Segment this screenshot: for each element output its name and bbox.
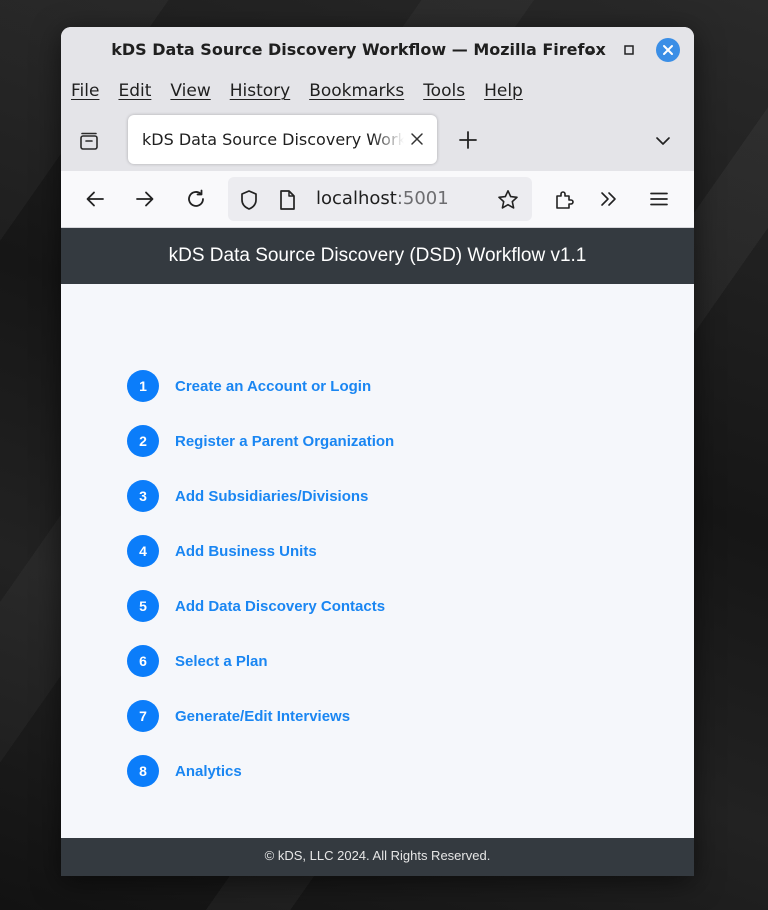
step-1-create-account[interactable]: 1 Create an Account or Login [127, 370, 371, 402]
menu-help[interactable]: Help [484, 81, 523, 101]
step-link[interactable]: Register a Parent Organization [175, 433, 394, 450]
close-button[interactable] [656, 38, 680, 62]
maximize-button[interactable] [617, 38, 641, 62]
hamburger-menu-icon [650, 192, 668, 206]
forward-arrow-icon [136, 191, 154, 207]
step-5-add-contacts[interactable]: 5 Add Data Discovery Contacts [127, 590, 385, 622]
menu-tools[interactable]: Tools [423, 81, 465, 101]
back-arrow-icon [86, 191, 104, 207]
menu-bar: File Edit View History Bookmarks Tools H… [61, 73, 694, 109]
step-link[interactable]: Add Business Units [175, 543, 317, 560]
tab-overview-icon [80, 132, 98, 150]
navigation-toolbar: localhost:5001 [61, 171, 694, 228]
step-2-register-parent-org[interactable]: 2 Register a Parent Organization [127, 425, 394, 457]
reload-icon [188, 189, 204, 207]
tracking-protection-button[interactable] [237, 188, 261, 212]
step-number-badge: 1 [127, 370, 159, 402]
step-number-badge: 3 [127, 480, 159, 512]
step-number-badge: 6 [127, 645, 159, 677]
bookmark-star-button[interactable] [495, 187, 521, 213]
menu-bookmarks[interactable]: Bookmarks [309, 81, 404, 101]
menu-edit[interactable]: Edit [118, 81, 151, 101]
url-host: localhost [316, 188, 397, 209]
window-title: kDS Data Source Discovery Workflow — Moz… [111, 40, 606, 59]
browser-window: kDS Data Source Discovery Workflow — Moz… [61, 27, 694, 876]
tab-label: kDS Data Source Discovery Workflow [142, 130, 404, 149]
list-all-tabs-button[interactable] [651, 129, 675, 153]
step-link[interactable]: Generate/Edit Interviews [175, 708, 350, 725]
overflow-menu-button[interactable] [596, 186, 622, 212]
new-tab-plus-icon [459, 131, 477, 149]
menu-file[interactable]: File [71, 81, 99, 101]
tab-strip: kDS Data Source Discovery Workflow [61, 109, 694, 171]
step-link[interactable]: Analytics [175, 763, 242, 780]
minimize-button[interactable] [579, 38, 603, 62]
minimize-icon [587, 51, 595, 53]
reload-button[interactable] [183, 186, 209, 212]
star-icon [498, 190, 518, 209]
step-number-badge: 4 [127, 535, 159, 567]
web-page: kDS Data Source Discovery (DSD) Workflow… [61, 228, 694, 876]
step-link[interactable]: Select a Plan [175, 653, 268, 670]
overflow-icon [601, 192, 616, 206]
url-port: :5001 [396, 188, 449, 209]
tab-close-button[interactable] [406, 128, 428, 150]
shield-icon [241, 190, 257, 210]
step-3-add-subsidiaries[interactable]: 3 Add Subsidiaries/Divisions [127, 480, 368, 512]
extensions-button[interactable] [551, 186, 577, 212]
app-menu-button[interactable] [646, 186, 672, 212]
close-icon [663, 45, 673, 55]
url-text[interactable]: localhost:5001 [316, 177, 449, 221]
step-6-select-plan[interactable]: 6 Select a Plan [127, 645, 268, 677]
extensions-icon [556, 191, 574, 209]
page-icon [280, 190, 295, 210]
maximize-icon [624, 45, 634, 55]
back-button[interactable] [82, 186, 108, 212]
step-number-badge: 7 [127, 700, 159, 732]
active-tab[interactable]: kDS Data Source Discovery Workflow [128, 115, 437, 164]
url-bar[interactable]: localhost:5001 [228, 177, 532, 221]
tab-close-icon [411, 133, 423, 145]
new-tab-button[interactable] [455, 127, 481, 153]
step-link[interactable]: Create an Account or Login [175, 378, 371, 395]
tab-list-chevron-icon [656, 137, 670, 145]
step-4-add-business-units[interactable]: 4 Add Business Units [127, 535, 317, 567]
menu-view[interactable]: View [170, 81, 210, 101]
app-footer: © kDS, LLC 2024. All Rights Reserved. [61, 838, 694, 876]
step-number-badge: 8 [127, 755, 159, 787]
step-number-badge: 5 [127, 590, 159, 622]
step-link[interactable]: Add Data Discovery Contacts [175, 598, 385, 615]
site-info-button[interactable] [276, 188, 298, 212]
tab-overview-button[interactable] [75, 127, 103, 155]
menu-history[interactable]: History [230, 81, 290, 101]
close-button-circle [656, 38, 680, 62]
step-7-generate-interviews[interactable]: 7 Generate/Edit Interviews [127, 700, 350, 732]
forward-button[interactable] [132, 186, 158, 212]
step-8-analytics[interactable]: 8 Analytics [127, 755, 242, 787]
title-bar: kDS Data Source Discovery Workflow — Moz… [61, 27, 694, 73]
app-header: kDS Data Source Discovery (DSD) Workflow… [61, 228, 694, 284]
step-link[interactable]: Add Subsidiaries/Divisions [175, 488, 368, 505]
step-number-badge: 2 [127, 425, 159, 457]
